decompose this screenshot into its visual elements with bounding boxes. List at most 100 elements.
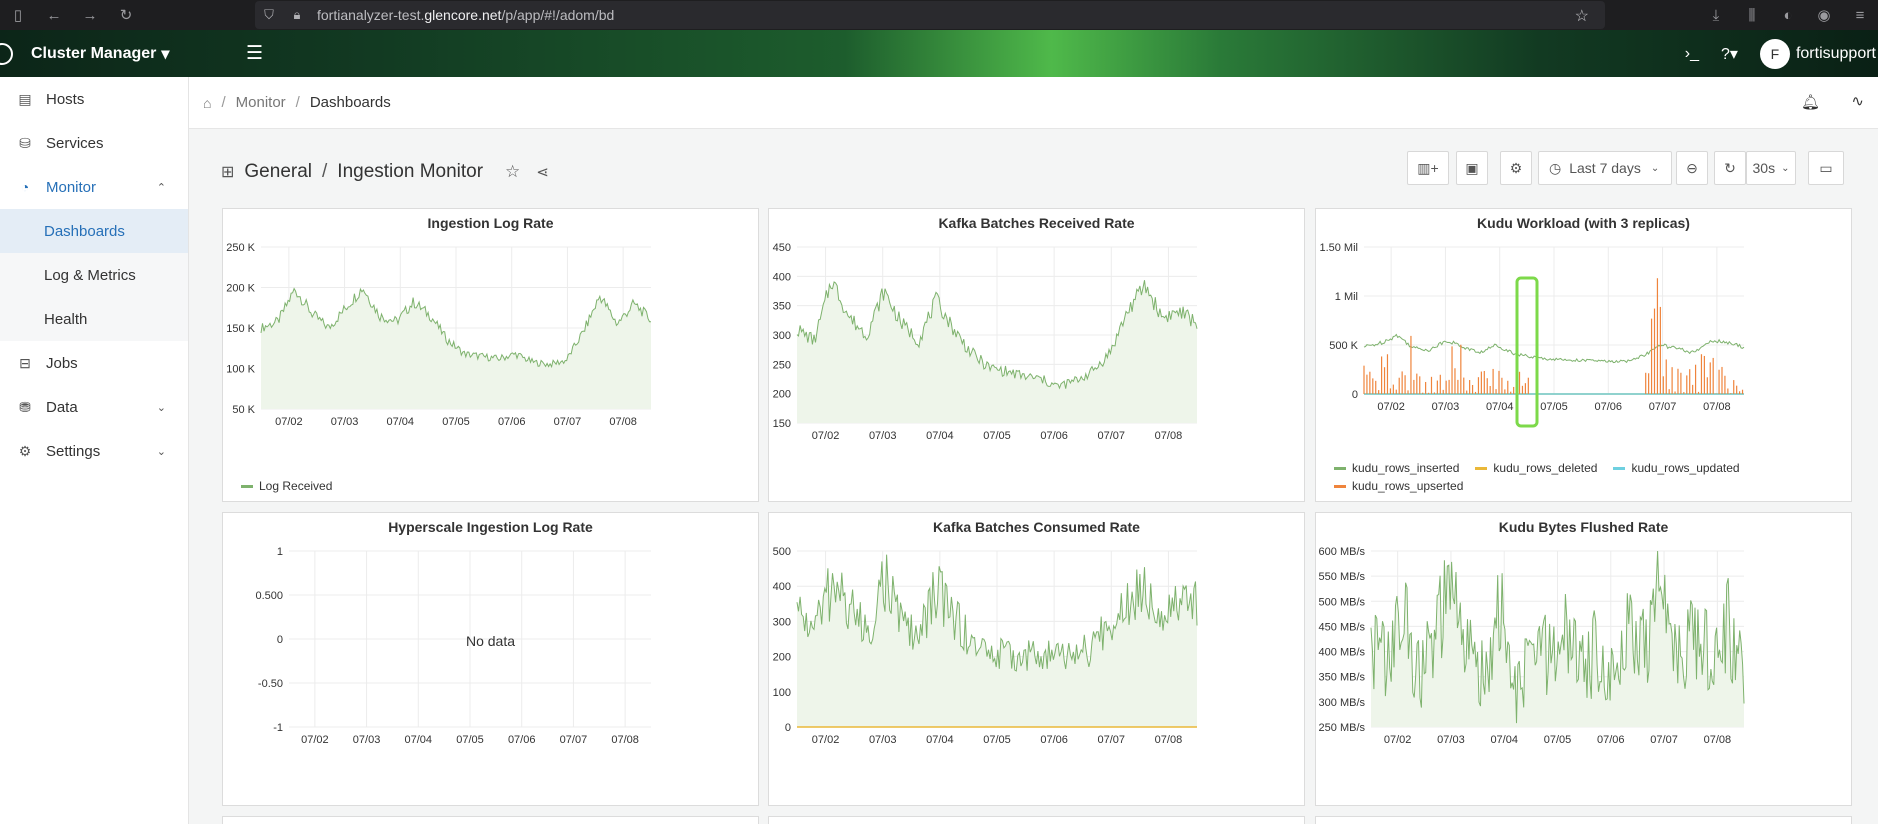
sidebar-item-jobs[interactable]: ⊟ Jobs — [0, 341, 188, 385]
legend-item[interactable]: Log Received — [241, 479, 332, 493]
panel-partial — [222, 816, 759, 824]
x-tick-label: 07/08 — [1155, 734, 1183, 746]
legend-item[interactable]: kudu_rows_inserted — [1334, 461, 1459, 475]
panel-partial — [768, 816, 1305, 824]
brand-logo-icon — [0, 42, 13, 65]
chart-svg: 450 400 350 300 250 200 150 07/02 07/03 07/04 07/0… — [773, 242, 1198, 442]
panel-kudu-bytes-flushed[interactable]: 600 MB/s 550 MB/s 500 MB/s 450 MB/s 400 MB/s… — [1315, 512, 1852, 806]
panel-kafka-batches-consumed[interactable]: 500 400 300 200 100 0 07/02 07/03 07/04 07/05 07/0… — [768, 512, 1305, 806]
monitor-icon: ▭ — [1819, 159, 1833, 176]
x-tick-label: 07/04 — [1486, 401, 1514, 413]
time-range-picker[interactable]: ◷ Last 7 days ⌄ — [1538, 151, 1672, 185]
y-tick-label: -0.50 — [258, 678, 283, 690]
zoom-out-button[interactable]: ⊖ — [1676, 151, 1708, 185]
y-tick-label: 350 MB/s — [1319, 672, 1366, 684]
save-button[interactable]: ▣ — [1456, 151, 1488, 185]
y-tick-label: 1 Mil — [1335, 291, 1358, 303]
x-tick-label: 07/03 — [1432, 401, 1460, 413]
monitor-icon: ◔ — [20, 179, 30, 195]
legend-item[interactable]: kudu_rows_updated — [1613, 461, 1740, 475]
terminal-icon[interactable]: ›_ — [1685, 45, 1699, 63]
sidebar-item-dashboards[interactable]: Dashboards — [0, 209, 188, 253]
x-tick-label: 07/05 — [442, 416, 470, 428]
sidebar-item-hosts[interactable]: ▤ Hosts — [0, 77, 188, 121]
y-tick-label: 250 — [773, 359, 791, 371]
y-tick-label: 1.50 Mil — [1319, 242, 1358, 254]
username[interactable]: fortisupport — [1796, 45, 1876, 63]
bell-icon[interactable]: 🔔︎ — [1801, 93, 1820, 111]
x-tick-label: 07/03 — [869, 734, 897, 746]
sidebar-item-data[interactable]: ⛃ Data ⌄ — [0, 385, 188, 429]
settings-button[interactable]: ⚙ — [1500, 151, 1532, 185]
y-tick-label: 300 MB/s — [1319, 697, 1366, 709]
hamburger-menu-icon[interactable]: ☰ — [246, 42, 263, 65]
sidebar-item-monitor[interactable]: ◔ Monitor ⌃ — [0, 165, 188, 209]
services-icon: ⛁ — [19, 134, 31, 151]
x-tick-label: 07/08 — [609, 416, 637, 428]
x-tick-label: 07/07 — [1650, 734, 1678, 746]
panel-kafka-batches-received[interactable]: 450 400 350 300 250 200 150 07/02 07/03 07/04 07/0… — [768, 208, 1305, 502]
library-icon[interactable]: ⫼ — [1734, 0, 1770, 30]
sidebar-item-log-metrics[interactable]: Log & Metrics — [0, 253, 188, 297]
chart-svg: 600 MB/s 550 MB/s 500 MB/s 450 MB/s 400 MB/s… — [1319, 546, 1745, 746]
panel-kudu-workload[interactable]: 1.50 Mil 1 Mil 500 K 0 07/02 07/03 07/04 07/05 0… — [1315, 208, 1852, 502]
sidebar-item-services[interactable]: ⛁ Services — [0, 121, 188, 165]
x-tick-label: 07/06 — [508, 734, 536, 746]
x-tick-label: 07/05 — [983, 734, 1011, 746]
y-tick-label: 300 — [773, 616, 791, 628]
y-tick-label: 550 MB/s — [1319, 571, 1366, 583]
sidebar-item-settings[interactable]: ⚙ Settings ⌄ — [0, 429, 188, 473]
account-icon[interactable]: ◉ — [1806, 0, 1842, 30]
chart-svg: 500 400 300 200 100 0 07/02 07/03 07/04 07/05 07/0… — [773, 546, 1198, 746]
cluster-manager-menu[interactable]: Cluster Manager ▾ — [31, 44, 169, 64]
refresh-interval-picker[interactable]: 30s ⌄ — [1746, 151, 1796, 185]
y-tick-label: 300 — [773, 330, 791, 342]
refresh-button[interactable]: ↻ — [1714, 151, 1746, 185]
gear-icon: ⚙ — [1509, 159, 1523, 176]
activity-icon[interactable]: ∿ — [1851, 92, 1864, 110]
panel-ingestion-log-rate[interactable]: 250 K 200 K 150 K 100 K 50 K 07/02 07/03 07/04 0… — [222, 208, 759, 502]
panel-title: Kudu Workload (with 3 replicas) — [1477, 215, 1690, 231]
x-tick-label: 07/08 — [611, 734, 639, 746]
download-icon[interactable]: ⤓ — [1698, 0, 1734, 30]
sidebar-item-health[interactable]: Health — [0, 297, 188, 341]
y-tick-label: 200 — [773, 389, 791, 401]
x-tick-label: 07/08 — [1703, 401, 1731, 413]
panel-hyperscale-ingestion[interactable]: 1 0.500 0 -0.50 -1 07/02 07/03 07/04 07/05 07/06 0… — [222, 512, 759, 806]
avatar[interactable]: F — [1759, 38, 1790, 69]
x-tick-label: 07/07 — [560, 734, 588, 746]
address-bar[interactable]: ⛉ 🔒︎ fortianalyzer-test.glencore.net/p/a… — [255, 1, 1605, 29]
home-icon[interactable]: ⌂ — [203, 95, 211, 111]
x-tick-label: 07/05 — [983, 430, 1011, 442]
bookmark-star-icon[interactable]: ☆ — [1575, 6, 1589, 26]
back-icon[interactable]: ← — [36, 0, 72, 30]
legend-item[interactable]: kudu_rows_upserted — [1334, 479, 1463, 493]
y-tick-label: 100 — [773, 687, 791, 699]
panel-title: Ingestion Log Rate — [427, 215, 554, 231]
share-icon[interactable]: ⋖ — [536, 163, 549, 181]
reload-icon[interactable]: ↻ — [108, 0, 144, 30]
browser-toolbar: ▯ ← → ↻ ⛉ 🔒︎ fortianalyzer-test.glencore… — [0, 0, 1878, 30]
star-icon[interactable]: ☆ — [505, 162, 520, 182]
y-tick-label: 250 MB/s — [1319, 722, 1366, 734]
chevron-down-icon: ⌄ — [156, 401, 166, 414]
help-icon[interactable]: ?▾ — [1721, 44, 1738, 64]
chart-svg: 10.5000-0.50-107/02 07/03 07/04 07/05 07/06 0… — [255, 546, 651, 746]
breadcrumb-monitor[interactable]: Monitor — [236, 94, 286, 111]
menu-icon[interactable]: ≡ — [1842, 0, 1878, 30]
forward-icon[interactable]: → — [72, 0, 108, 30]
panel-partial — [1315, 816, 1852, 824]
legend-item[interactable]: kudu_rows_deleted — [1475, 461, 1597, 475]
tv-mode-button[interactable]: ▭ — [1808, 151, 1844, 185]
x-tick-label: 07/08 — [1155, 430, 1183, 442]
add-panel-button[interactable]: ▥+ — [1407, 151, 1449, 185]
sidebar-toggle-icon[interactable]: ▯ — [0, 0, 36, 30]
x-tick-label: 07/07 — [554, 416, 582, 428]
y-tick-label: 1 — [277, 546, 283, 558]
caret-down-icon: ▾ — [161, 45, 170, 63]
page-title[interactable]: General / Ingestion Monitor — [244, 161, 483, 183]
y-tick-label: 100 K — [226, 364, 255, 376]
monitor-submenu: Dashboards Log & Metrics Health — [0, 209, 188, 341]
extension-icon[interactable]: ◐ — [1770, 0, 1806, 30]
x-tick-label: 07/07 — [1649, 401, 1677, 413]
